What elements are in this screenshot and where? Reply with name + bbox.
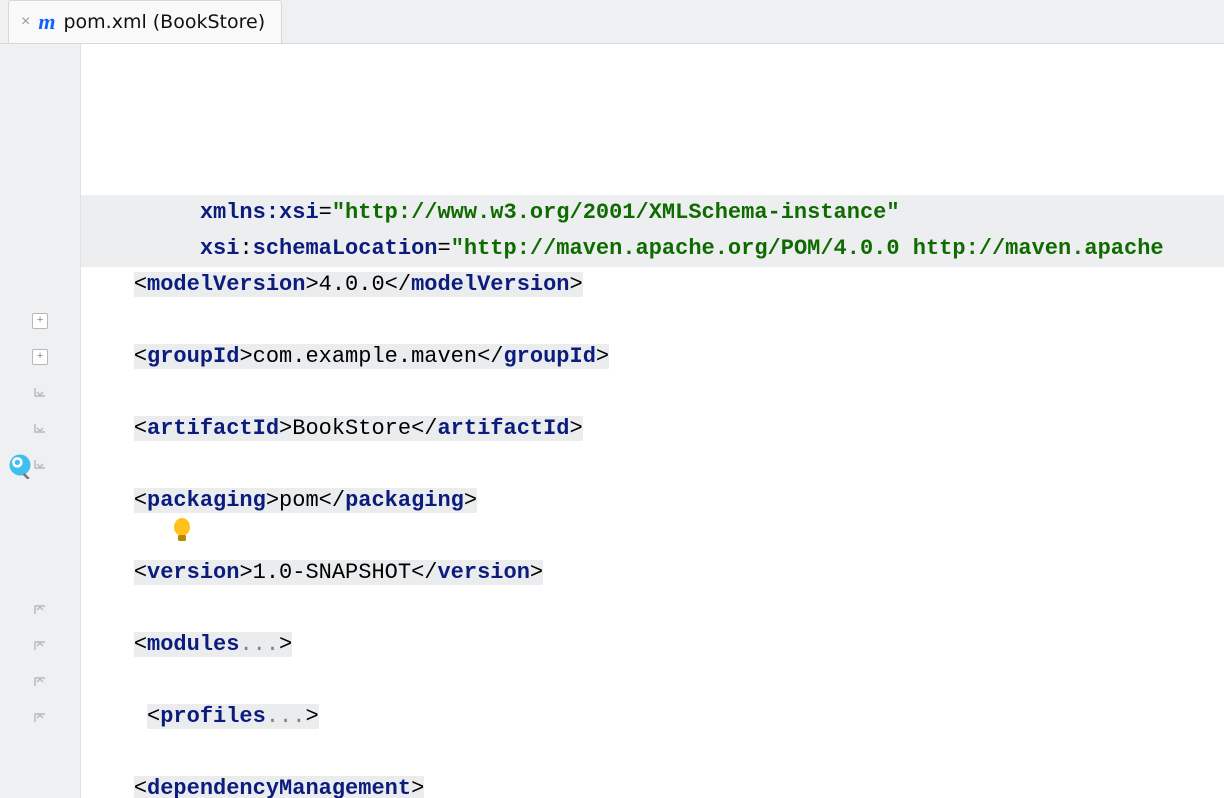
code-line: <artifactId>BookStore</artifactId>	[81, 411, 1224, 447]
lightbulb-icon[interactable]	[93, 481, 192, 594]
editor-pane: + + xmlns:xsi="http://www.w3.org/2001/XM…	[0, 44, 1224, 798]
code-line: xsi:schemaLocation="http://maven.apache.…	[81, 231, 1224, 267]
tab-bar: × m pom.xml (BookStore)	[0, 0, 1224, 44]
code-line: <modules...>	[81, 627, 1224, 663]
code-line: xmlns:xsi="http://www.w3.org/2001/XMLSch…	[81, 195, 1224, 231]
fold-expand-icon[interactable]: +	[0, 303, 80, 339]
code-line: <groupId>com.example.maven</groupId>	[81, 339, 1224, 375]
fold-collapse-icon[interactable]	[0, 375, 80, 411]
code-line: <modelVersion>4.0.0</modelVersion>	[81, 267, 1224, 303]
fold-collapse-icon[interactable]	[0, 411, 80, 447]
fold-up-icon[interactable]	[0, 699, 80, 735]
fold-expand-icon[interactable]: +	[0, 339, 80, 375]
intention-action-icon[interactable]	[6, 451, 34, 479]
fold-up-icon[interactable]	[0, 663, 80, 699]
tab-title: pom.xml (BookStore)	[63, 11, 265, 33]
fold-up-icon[interactable]	[0, 627, 80, 663]
close-icon[interactable]: ×	[21, 14, 30, 30]
code-line: <dependencyManagement>	[81, 771, 1224, 798]
maven-icon: m	[38, 9, 55, 35]
fold-up-icon[interactable]	[0, 591, 80, 627]
code-line: <profiles...>	[81, 699, 1224, 735]
gutter: + +	[0, 44, 81, 798]
code-line: <version>1.0-SNAPSHOT</version>	[81, 555, 1224, 591]
editor-tab[interactable]: × m pom.xml (BookStore)	[8, 0, 282, 43]
code-area[interactable]: xmlns:xsi="http://www.w3.org/2001/XMLSch…	[81, 44, 1224, 798]
code-line: <packaging>pom</packaging>	[81, 483, 1224, 519]
